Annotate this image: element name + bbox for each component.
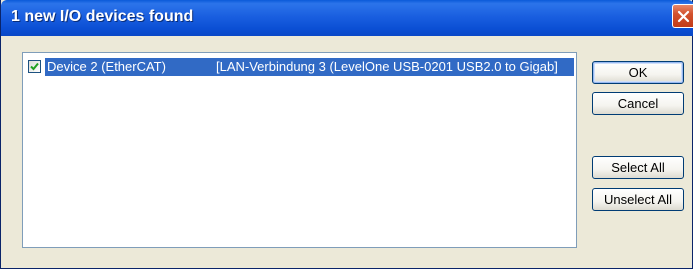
cancel-button[interactable]: Cancel <box>592 92 684 115</box>
device-checkbox[interactable] <box>28 60 41 73</box>
checkmark-icon <box>30 62 39 71</box>
device-list[interactable]: Device 2 (EtherCAT) [LAN-Verbindung 3 (L… <box>22 52 577 248</box>
window-title: 1 new I/O devices found <box>11 8 194 25</box>
close-button[interactable] <box>672 4 693 28</box>
close-icon <box>677 10 690 23</box>
list-item[interactable]: Device 2 (EtherCAT) [LAN-Verbindung 3 (L… <box>25 58 574 76</box>
device-detail: [LAN-Verbindung 3 (LevelOne USB-0201 USB… <box>216 59 558 74</box>
list-item-selection[interactable]: Device 2 (EtherCAT) [LAN-Verbindung 3 (L… <box>45 58 574 76</box>
select-all-button[interactable]: Select All <box>592 156 684 179</box>
unselect-all-button[interactable]: Unselect All <box>592 188 684 211</box>
ok-button[interactable]: OK <box>592 61 684 84</box>
title-bar[interactable]: 1 new I/O devices found <box>1 0 693 36</box>
device-name: Device 2 (EtherCAT) <box>47 59 166 74</box>
dialog-window: 1 new I/O devices found Device 2 (EtherC… <box>0 0 693 269</box>
